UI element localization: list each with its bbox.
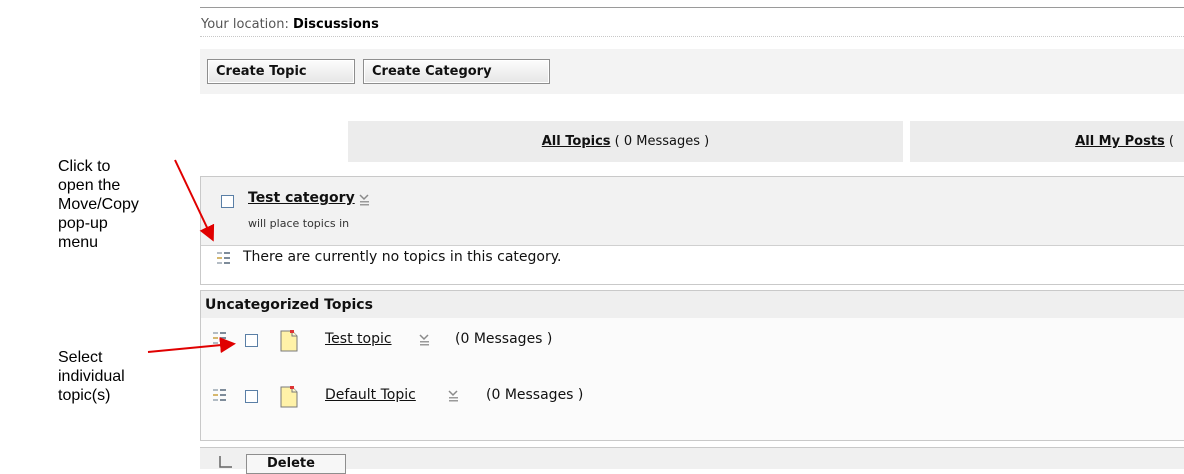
annotation-line: open the (58, 177, 121, 194)
breadcrumb-label: Your location: (201, 17, 289, 32)
bottom-toolbar (200, 447, 1184, 469)
all-my-posts-link[interactable]: All My Posts (1075, 134, 1165, 149)
topic-link[interactable]: Test topic (325, 331, 392, 347)
annotation-line: topic(s) (58, 387, 111, 404)
breadcrumb: Your location: Discussions (201, 17, 379, 32)
all-topics-link[interactable]: All Topics (542, 134, 611, 149)
topic-document-icon (280, 386, 298, 408)
category-title-link[interactable]: Test category (248, 190, 355, 206)
annotation-move-copy: Click to open the Move/Copy pop-up menu (58, 157, 139, 252)
annotation-line: pop-up (58, 215, 108, 232)
uncategorized-title: Uncategorized Topics (205, 297, 373, 313)
annotation-line: Click to (58, 158, 111, 175)
move-copy-menu-icon[interactable] (448, 389, 460, 403)
breadcrumb-divider (200, 36, 1184, 37)
tab-all-topics: All Topics ( 0 Messages ) (348, 121, 903, 162)
annotation-line: menu (58, 234, 99, 251)
delete-button[interactable]: Delete (246, 454, 346, 474)
topic-link[interactable]: Default Topic (325, 387, 416, 403)
annotation-line: Select (58, 349, 103, 366)
topic-checkbox[interactable] (245, 390, 258, 403)
category-description: will place topics in (248, 217, 350, 230)
create-category-button[interactable]: Create Category (363, 59, 550, 84)
topic-message-count: (0 Messages ) (486, 387, 584, 403)
annotation-select-topics: Select individual topic(s) (58, 348, 125, 405)
select-arrow-icon (219, 456, 232, 468)
annotation-line: individual (58, 368, 125, 385)
annotation-line: Move/Copy (58, 196, 139, 213)
move-copy-menu-icon[interactable] (359, 193, 371, 207)
topic-document-icon (280, 330, 298, 352)
tab-all-my-posts: All My Posts ( (910, 121, 1184, 162)
category-empty-message: There are currently no topics in this ca… (243, 249, 562, 265)
topic-checkbox[interactable] (245, 334, 258, 347)
category-checkbox[interactable] (221, 195, 234, 208)
move-copy-icon[interactable] (216, 250, 231, 266)
category-divider (201, 245, 1184, 246)
breadcrumb-current: Discussions (293, 17, 379, 32)
top-border (200, 7, 1184, 8)
create-topic-button[interactable]: Create Topic (207, 59, 355, 84)
all-my-posts-count: ( (1168, 134, 1174, 149)
category-header (201, 177, 1184, 245)
move-copy-menu-icon[interactable] (419, 333, 431, 347)
move-copy-icon[interactable] (212, 387, 227, 403)
move-copy-icon[interactable] (212, 330, 227, 346)
all-topics-count: ( 0 Messages ) (614, 134, 710, 149)
topic-message-count: (0 Messages ) (455, 331, 553, 347)
